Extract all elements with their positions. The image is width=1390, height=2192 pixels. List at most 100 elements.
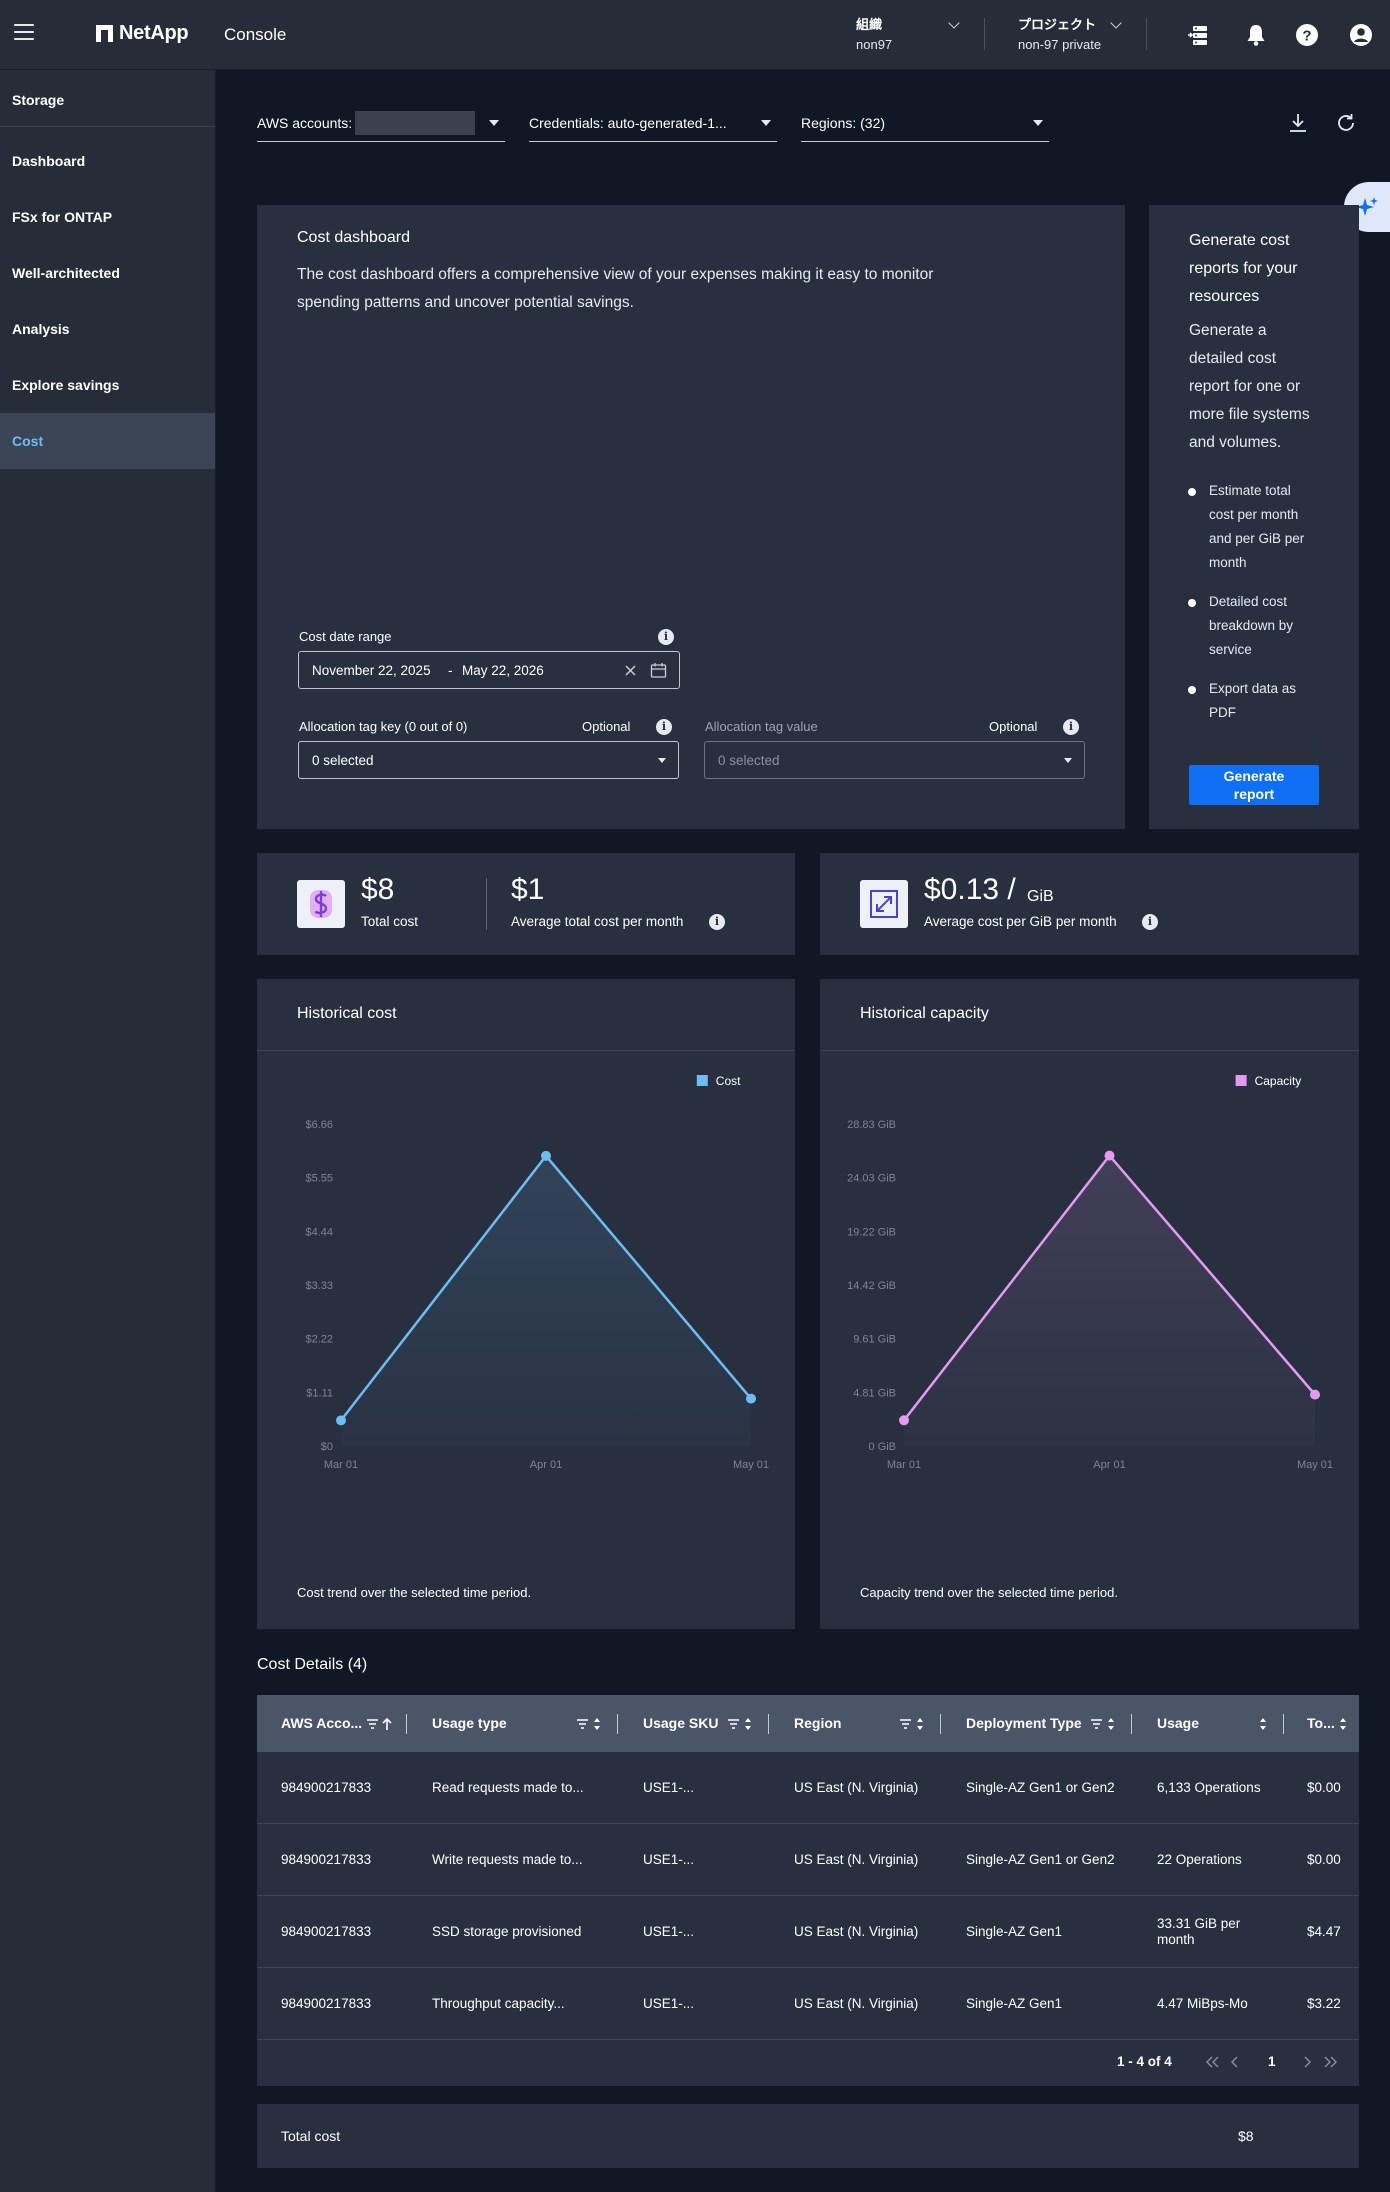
- x-tick-label: Mar 01: [324, 1459, 358, 1471]
- filter-sort-icon[interactable]: [577, 1716, 607, 1732]
- info-icon[interactable]: i: [709, 914, 725, 930]
- y-tick-label: 9.61 GiB: [853, 1334, 896, 1346]
- table-row[interactable]: 984900217833 Throughput capacity... USE1…: [257, 1968, 1359, 2040]
- column-divider[interactable]: [406, 1714, 407, 1734]
- column-header-region[interactable]: Region: [794, 1695, 894, 1752]
- regions-filter[interactable]: Regions: (32): [801, 108, 1049, 142]
- organization-selector[interactable]: 組織 non97: [856, 14, 966, 52]
- list-item: Detailed cost breakdown by service: [1187, 590, 1304, 662]
- column-header-usage[interactable]: Usage: [1157, 1695, 1237, 1752]
- cost-dashboard-panel: Cost dashboard The cost dashboard offers…: [257, 205, 1125, 829]
- average-cost-per-month-label: Average total cost per month: [511, 914, 684, 929]
- caret-down-icon: [489, 120, 499, 126]
- y-tick-label: 0 GiB: [868, 1441, 896, 1453]
- average-cost-per-gib-value: $0.13 /: [924, 873, 1016, 906]
- filter-sort-icon[interactable]: [900, 1716, 930, 1732]
- hamburger-menu-icon[interactable]: [14, 24, 34, 44]
- y-tick-label: $6.66: [305, 1119, 333, 1131]
- pagination: 1 - 4 of 4 1: [257, 2040, 1359, 2086]
- column-divider[interactable]: [1283, 1714, 1284, 1734]
- column-header-usage-type[interactable]: Usage type: [432, 1695, 552, 1752]
- column-header-aws-account[interactable]: AWS Acco...: [281, 1695, 365, 1752]
- column-divider[interactable]: [940, 1714, 941, 1734]
- table-row[interactable]: 984900217833 SSD storage provisioned USE…: [257, 1896, 1359, 1968]
- sort-icon[interactable]: [1257, 1716, 1269, 1732]
- sidebar-item-cost[interactable]: Cost: [0, 413, 215, 469]
- cost-date-range-input[interactable]: November 22, 2025 - May 22, 2026: [298, 651, 680, 689]
- cost-dashboard-description-line-2: spending patterns and uncover potential …: [297, 294, 634, 311]
- filter-sort-icon[interactable]: [1091, 1716, 1121, 1732]
- help-icon[interactable]: ?: [1294, 22, 1320, 48]
- app-name: Console: [224, 25, 287, 44]
- sidebar-item-fsx-for-ontap[interactable]: FSx for ONTAP: [0, 189, 215, 245]
- refresh-icon[interactable]: [1335, 112, 1357, 134]
- caret-down-icon: [761, 120, 771, 126]
- current-page[interactable]: 1: [1268, 2054, 1276, 2069]
- info-icon[interactable]: i: [656, 719, 672, 735]
- user-avatar-icon[interactable]: [1348, 22, 1374, 48]
- y-tick-label: 14.42 GiB: [847, 1280, 896, 1292]
- y-tick-label: $5.55: [305, 1173, 333, 1185]
- clear-icon[interactable]: [624, 664, 637, 677]
- generate-report-features: Estimate total cost per month and per GiB …: [1187, 479, 1304, 740]
- y-tick-label: 4.81 GiB: [853, 1387, 896, 1399]
- y-tick-label: 24.03 GiB: [847, 1173, 896, 1185]
- generate-report-button[interactable]: Generate report: [1189, 765, 1319, 805]
- y-tick-label: $4.44: [305, 1226, 333, 1238]
- workload-icon[interactable]: [1187, 22, 1213, 48]
- project-selector[interactable]: プロジェクト non-97 private: [1018, 14, 1128, 52]
- calendar-icon[interactable]: [650, 662, 667, 679]
- sidebar-item-explore-savings[interactable]: Explore savings: [0, 357, 215, 413]
- previous-page-icon[interactable]: [1229, 2055, 1241, 2069]
- sidebar-item-dashboard[interactable]: Dashboard: [0, 133, 215, 189]
- column-divider[interactable]: [1131, 1714, 1132, 1734]
- data-point: [1104, 1150, 1115, 1161]
- first-page-icon[interactable]: [1205, 2055, 1221, 2069]
- x-tick-label: Apr 01: [530, 1459, 562, 1471]
- info-icon[interactable]: i: [1063, 719, 1079, 735]
- total-cost-footer-value: $8: [1238, 2128, 1254, 2144]
- svg-text:?: ?: [1302, 28, 1311, 45]
- column-header-deployment-type[interactable]: Deployment Type: [966, 1695, 1091, 1752]
- cost-per-gib-card: $0.13 / GiB Average cost per GiB per mon…: [820, 853, 1359, 955]
- filter-sort-icon[interactable]: [728, 1716, 758, 1732]
- data-point: [541, 1150, 551, 1161]
- sidebar-item-analysis[interactable]: Analysis: [0, 301, 215, 357]
- bell-icon[interactable]: [1243, 22, 1269, 48]
- cost-dashboard-title: Cost dashboard: [297, 229, 410, 246]
- data-point: [1310, 1389, 1320, 1400]
- download-icon[interactable]: [1287, 112, 1309, 134]
- top-bar: NetApp Console 組織 non97 プロジェクト non-97 pr…: [0, 0, 1390, 70]
- netapp-logo[interactable]: NetApp: [96, 22, 189, 45]
- cost-details-table: AWS Acco... Usage type Usage SKU Region …: [257, 1695, 1359, 2086]
- sort-icon[interactable]: [1337, 1716, 1349, 1732]
- chart-header: Historical cost: [257, 979, 795, 1051]
- redacted-account: [355, 111, 475, 135]
- table-header: AWS Acco... Usage type Usage SKU Region …: [257, 1695, 1359, 1752]
- historical-capacity-caption: Capacity trend over the selected time pe…: [860, 1585, 1118, 1600]
- x-tick-label: May 01: [1297, 1459, 1333, 1471]
- data-point: [336, 1415, 346, 1426]
- info-icon[interactable]: i: [1142, 914, 1158, 930]
- cost-date-range-label: Cost date range: [299, 629, 392, 644]
- allocation-tag-key-label: Allocation tag key (0 out of 0): [299, 719, 468, 734]
- table-row[interactable]: 984900217833 Read requests made to... US…: [257, 1752, 1359, 1824]
- column-divider[interactable]: [617, 1714, 618, 1734]
- table-row[interactable]: 984900217833 Write requests made to... U…: [257, 1824, 1359, 1896]
- allocation-tag-key-select[interactable]: 0 selected: [298, 741, 679, 779]
- optional-label: Optional: [989, 719, 1038, 734]
- credentials-filter[interactable]: Credentials: auto-generated-1...: [529, 108, 777, 142]
- next-page-icon[interactable]: [1301, 2055, 1313, 2069]
- aws-accounts-filter[interactable]: AWS accounts:: [257, 108, 505, 142]
- allocation-tag-value-select[interactable]: 0 selected: [704, 741, 1085, 779]
- sidebar-item-well-architected[interactable]: Well-architected: [0, 245, 215, 301]
- historical-cost-chart: $0 $1.11 $2.22 $3.33 $4.44 $5.55 $6.66 Mar 01 Ap…: [305, 1074, 769, 1471]
- average-cost-per-month-value: $1: [511, 873, 545, 906]
- historical-cost-caption: Cost trend over the selected time period…: [297, 1585, 532, 1600]
- sidebar-heading: Storage: [0, 70, 215, 127]
- info-icon[interactable]: i: [658, 629, 674, 645]
- filter-sort-ascending-icon[interactable]: [367, 1716, 397, 1732]
- column-divider[interactable]: [768, 1714, 769, 1734]
- last-page-icon[interactable]: [1322, 2055, 1338, 2069]
- y-tick-label: $3.33: [305, 1280, 333, 1292]
